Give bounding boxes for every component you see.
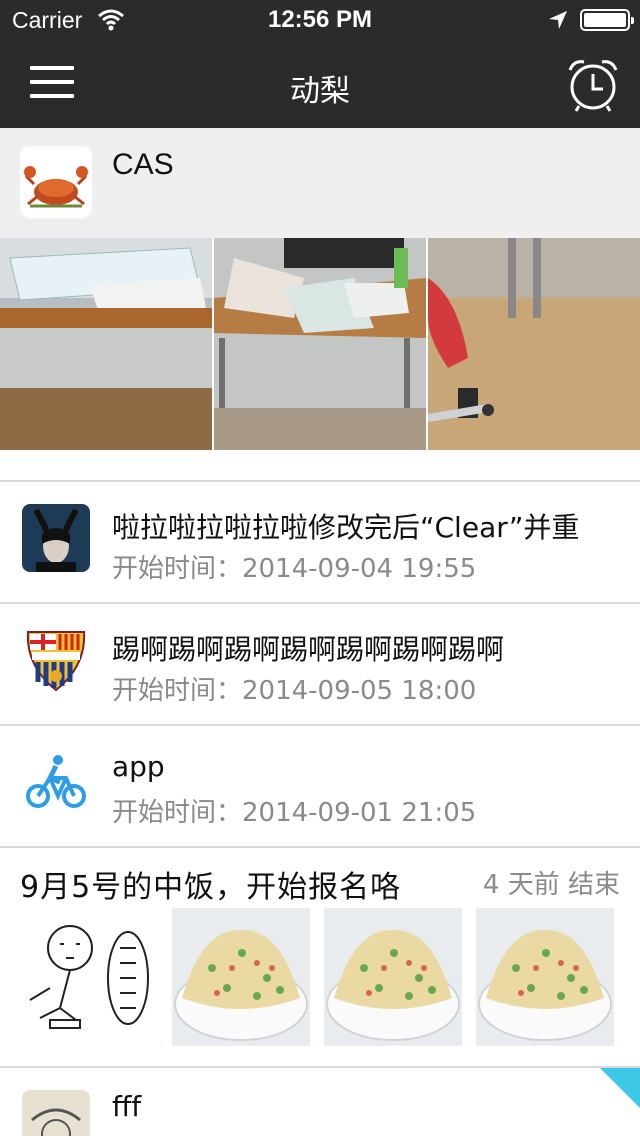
fried-rice-photo[interactable] (172, 908, 310, 1046)
list-item[interactable]: 踢啊踢啊踢啊踢啊踢啊踢啊踢啊 开始时间：2014-09-05 18:00 (0, 604, 640, 724)
fried-rice-photo[interactable] (324, 908, 462, 1046)
crab-icon (20, 146, 92, 218)
desk-keyboard-photo[interactable] (0, 238, 212, 450)
group-name: CAS (112, 148, 174, 181)
activity-start-time: 开始时间：2014-09-04 19:55 (112, 554, 477, 584)
activity-title: 踢啊踢啊踢啊踢啊踢啊踢啊踢啊 (112, 633, 505, 666)
list-item[interactable]: app 开始时间：2014-09-01 21:05 (0, 726, 640, 846)
activity-title: app (112, 750, 165, 783)
activity-start-time: 开始时间：2014-09-01 21:05 (112, 798, 477, 828)
event-card[interactable]: 9月5号的中饭，开始报名咯 4 天前 结束 (0, 848, 640, 1066)
group-header[interactable]: CAS (0, 128, 640, 238)
status-time: 12:56 PM (267, 6, 373, 33)
fried-rice-photo[interactable] (476, 908, 614, 1046)
corner-flag-icon (600, 1068, 640, 1108)
location-arrow-icon (549, 11, 567, 29)
top-bar: Carrier 12:56 PM 动梨 (0, 0, 640, 128)
page-title: 动梨 (290, 74, 350, 109)
fcb-crest-icon (22, 626, 90, 694)
avatar (22, 1090, 90, 1136)
status-bar: Carrier 12:56 PM (0, 0, 640, 40)
event-status: 4 天前 结束 (482, 870, 620, 900)
desk-papers-photo[interactable] (214, 238, 426, 450)
activity-title: fff (112, 1090, 142, 1123)
alarm-clock-icon[interactable] (566, 56, 620, 112)
chair-floor-photo[interactable] (428, 238, 640, 450)
list-item[interactable]: fff (0, 1068, 640, 1136)
list-item[interactable]: 啦拉啦拉啦拉啦修改完后“Clear”并重 开始时间：2014-09-04 19:… (0, 482, 640, 602)
bicycle-icon (22, 748, 90, 816)
cartoon-sketch[interactable] (20, 908, 158, 1046)
maleficent-avatar (22, 504, 90, 572)
activity-start-time: 开始时间：2014-09-05 18:00 (112, 676, 477, 706)
event-title: 9月5号的中饭，开始报名咯 (20, 870, 402, 905)
activity-title: 啦拉啦拉啦拉啦修改完后“Clear”并重 (112, 511, 580, 544)
battery-icon (580, 9, 634, 31)
